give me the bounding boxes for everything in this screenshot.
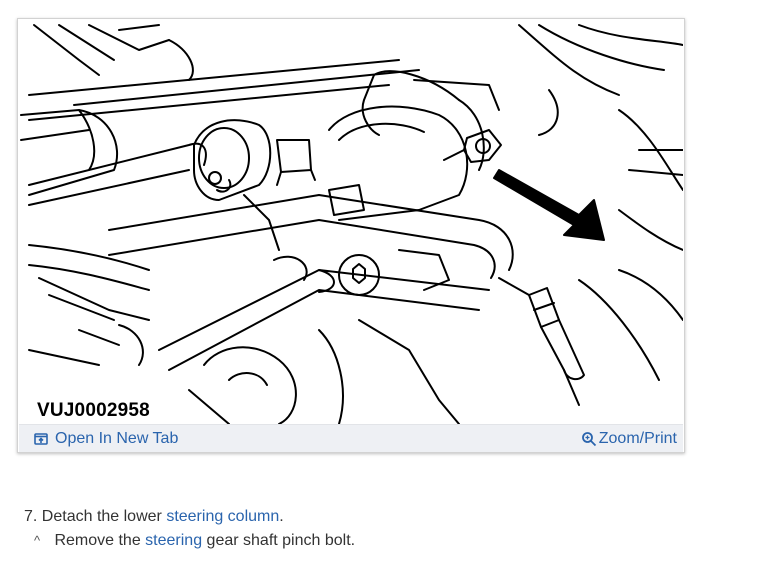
steering-pinch-bolt-diagram[interactable]: VUJ0002958 xyxy=(19,20,683,424)
open-in-new-tab-label: Open In New Tab xyxy=(55,430,179,447)
step-text-prefix: Detach the lower xyxy=(41,508,162,525)
substep-text-prefix: Remove the xyxy=(54,532,141,549)
substep-text-suffix: gear shaft pinch bolt. xyxy=(206,532,356,549)
zoom-print-label: Zoom/Print xyxy=(598,430,677,447)
figure-card: VUJ0002958 Open In New Tab Zoom/Print xyxy=(17,18,685,453)
steering-column-link[interactable]: steering column xyxy=(166,508,279,525)
step-7: 7. Detach the lower steering column. xyxy=(24,507,355,531)
step-number: 7. xyxy=(24,508,38,525)
figure-toolbar: Open In New Tab Zoom/Print xyxy=(19,424,683,452)
substep-remove-pinch-bolt: ^ Remove the steering gear shaft pinch b… xyxy=(24,531,355,555)
step-text-suffix: . xyxy=(279,508,284,525)
caret-bullet: ^ xyxy=(34,533,41,548)
open-in-new-tab-icon xyxy=(34,433,48,445)
zoom-print-link[interactable]: Zoom/Print xyxy=(581,430,677,448)
open-in-new-tab-link[interactable]: Open In New Tab xyxy=(33,430,178,448)
figure-image-id: VUJ0002958 xyxy=(34,400,153,422)
procedure-steps: 7. Detach the lower steering column. ^ R… xyxy=(24,507,355,555)
steering-link[interactable]: steering xyxy=(145,532,202,549)
magnifier-zoom-icon xyxy=(581,432,596,447)
